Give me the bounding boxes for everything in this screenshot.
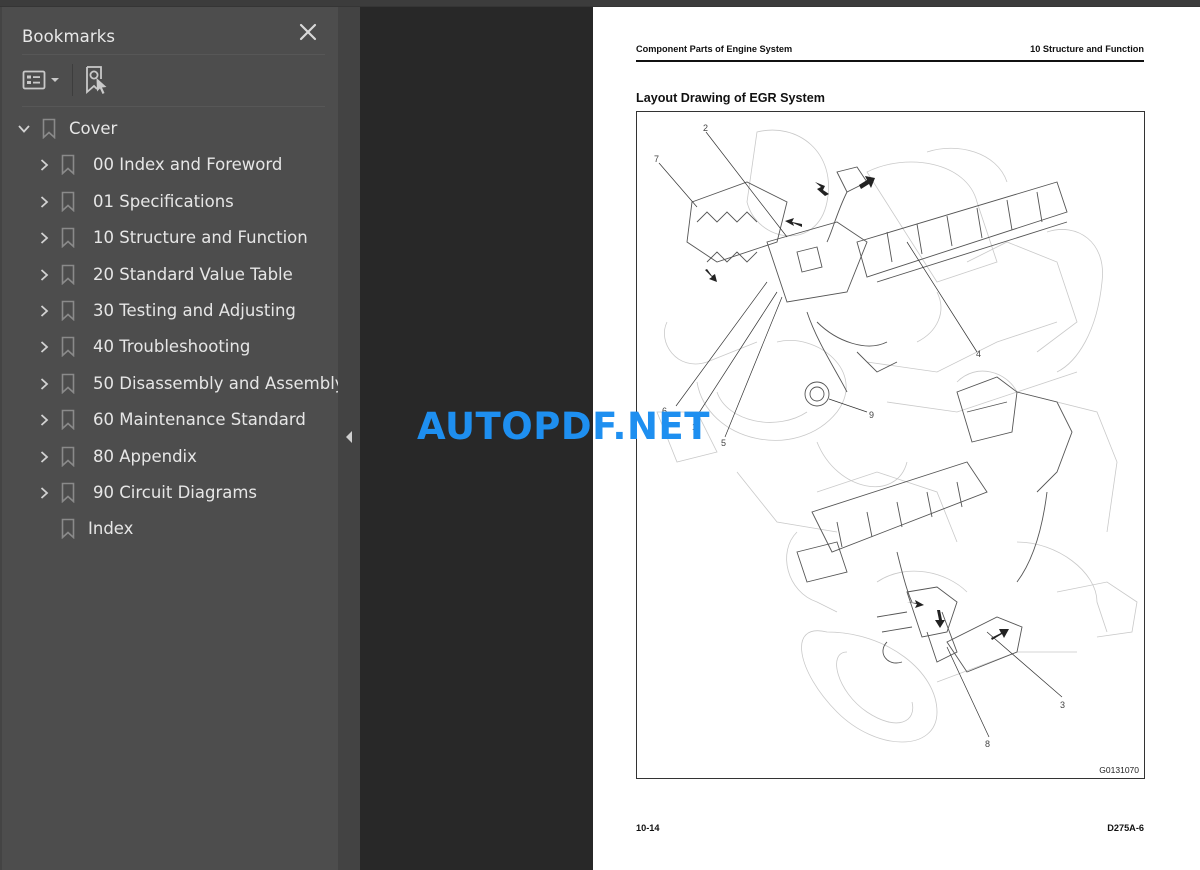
- divider: [22, 54, 325, 55]
- callout-5: 5: [721, 438, 726, 448]
- callout-9: 9: [869, 410, 874, 420]
- chevron-right-icon[interactable]: [37, 377, 51, 391]
- bookmark-label: 90 Circuit Diagrams: [93, 482, 258, 502]
- bookmark-icon: [61, 337, 75, 358]
- bookmark-item-00-index-and-foreword[interactable]: 00 Index and Foreword: [2, 147, 338, 183]
- page-header-right: 10 Structure and Function: [1030, 44, 1144, 54]
- bookmark-item-80-appendix[interactable]: 80 Appendix: [2, 439, 338, 475]
- bookmark-item-20-standard-value-table[interactable]: 20 Standard Value Table: [2, 257, 338, 293]
- bookmark-item-10-structure-and-function[interactable]: 10 Structure and Function: [2, 220, 338, 256]
- chevron-right-icon[interactable]: [37, 486, 51, 500]
- callout-numbers: 2 7 4 6 1 5 9 3 8: [654, 123, 1065, 749]
- bookmark-label: 20 Standard Value Table: [93, 264, 293, 284]
- chevron-right-icon[interactable]: [37, 268, 51, 282]
- egr-components-top: [686, 166, 1068, 407]
- callout-3: 3: [1060, 700, 1065, 710]
- panel-title: Bookmarks: [22, 27, 116, 46]
- close-icon: [299, 23, 317, 41]
- panel-collapse-strip: [338, 7, 360, 870]
- find-current-bookmark-button[interactable]: [85, 65, 111, 95]
- bookmark-icon: [61, 155, 75, 176]
- bookmark-icon: [61, 191, 75, 212]
- page-number: 10-14: [636, 823, 660, 833]
- close-panel-button[interactable]: [298, 22, 318, 42]
- bookmark-item-50-disassembly-and-assembly[interactable]: 50 Disassembly and Assembly: [2, 366, 345, 402]
- watermark-text: AUTOPDF.NET: [417, 405, 710, 448]
- callout-4: 4: [976, 349, 981, 359]
- chevron-right-icon[interactable]: [37, 340, 51, 354]
- bookmark-icon: [61, 409, 75, 431]
- bookmark-icon: [61, 446, 75, 467]
- bookmark-options-button[interactable]: [22, 65, 64, 95]
- egr-layout-drawing: 2 7 4 6 1 5 9 3 8 G0131070: [636, 111, 1145, 779]
- chevron-right-icon[interactable]: [37, 158, 51, 172]
- bookmarks-panel: Bookmarks Cover 00 Index and Foreword 01…: [0, 7, 345, 870]
- find-current-bookmark-icon: [86, 66, 107, 94]
- chevron-down-icon[interactable]: [17, 122, 31, 136]
- collapse-left-icon[interactable]: [344, 430, 354, 444]
- bookmark-options-icon: [22, 70, 46, 90]
- chevron-right-icon[interactable]: [37, 304, 51, 318]
- figure-code: G0131070: [1099, 765, 1139, 775]
- bookmark-label: 30 Testing and Adjusting: [93, 300, 296, 320]
- chevron-right-icon[interactable]: [37, 231, 51, 245]
- caret-down-icon: [51, 78, 59, 82]
- egr-components-bottom: [796, 376, 1073, 673]
- bookmark-label: Index: [88, 519, 134, 539]
- callout-8: 8: [985, 739, 990, 749]
- page-header-left: Component Parts of Engine System: [636, 44, 793, 54]
- window-top-bar: [0, 0, 1200, 7]
- bookmark-item-60-maintenance-standard[interactable]: 60 Maintenance Standard: [2, 402, 338, 438]
- chevron-right-icon[interactable]: [37, 195, 51, 209]
- bookmark-icon: [61, 227, 75, 249]
- callout-2: 2: [703, 123, 708, 133]
- toolbar-separator: [72, 64, 73, 96]
- bookmark-label: 10 Structure and Function: [93, 228, 308, 248]
- bookmark-label: 80 Appendix: [93, 446, 197, 466]
- engine-line-drawing: 2 7 4 6 1 5 9 3 8: [654, 123, 1138, 749]
- bookmark-item-index[interactable]: Index: [2, 511, 338, 547]
- bookmark-item-cover[interactable]: Cover: [2, 111, 338, 147]
- bookmark-label: Cover: [69, 119, 118, 138]
- header-rule: [636, 60, 1144, 62]
- bookmark-tree: Cover 00 Index and Foreword 01 Specifica…: [2, 111, 345, 548]
- bookmark-item-40-troubleshooting[interactable]: 40 Troubleshooting: [2, 329, 338, 365]
- bookmark-icon: [61, 300, 75, 321]
- bookmark-item-90-circuit-diagrams[interactable]: 90 Circuit Diagrams: [2, 475, 338, 511]
- bookmarks-toolbar: [22, 64, 111, 96]
- section-title: Layout Drawing of EGR System: [636, 91, 825, 105]
- bookmark-icon: [61, 518, 75, 540]
- bookmark-item-01-specifications[interactable]: 01 Specifications: [2, 184, 338, 220]
- bookmark-label: 00 Index and Foreword: [93, 155, 283, 175]
- model-number: D275A-6: [1107, 823, 1144, 833]
- bookmark-icon: [42, 118, 56, 139]
- bookmark-icon: [61, 482, 75, 503]
- bookmark-item-30-testing-and-adjusting[interactable]: 30 Testing and Adjusting: [2, 293, 338, 329]
- engine-outline-bottom: [786, 370, 1138, 743]
- bookmark-icon: [61, 373, 75, 394]
- bookmark-label: 50 Disassembly and Assembly: [93, 373, 345, 393]
- bookmark-label: 60 Maintenance Standard: [93, 410, 306, 430]
- chevron-right-icon[interactable]: [37, 413, 51, 427]
- chevron-right-icon[interactable]: [37, 450, 51, 464]
- bookmark-icon: [61, 264, 75, 285]
- divider: [22, 106, 325, 107]
- bookmark-label: 01 Specifications: [93, 191, 234, 211]
- bookmark-label: 40 Troubleshooting: [93, 337, 251, 357]
- callout-7: 7: [654, 154, 659, 164]
